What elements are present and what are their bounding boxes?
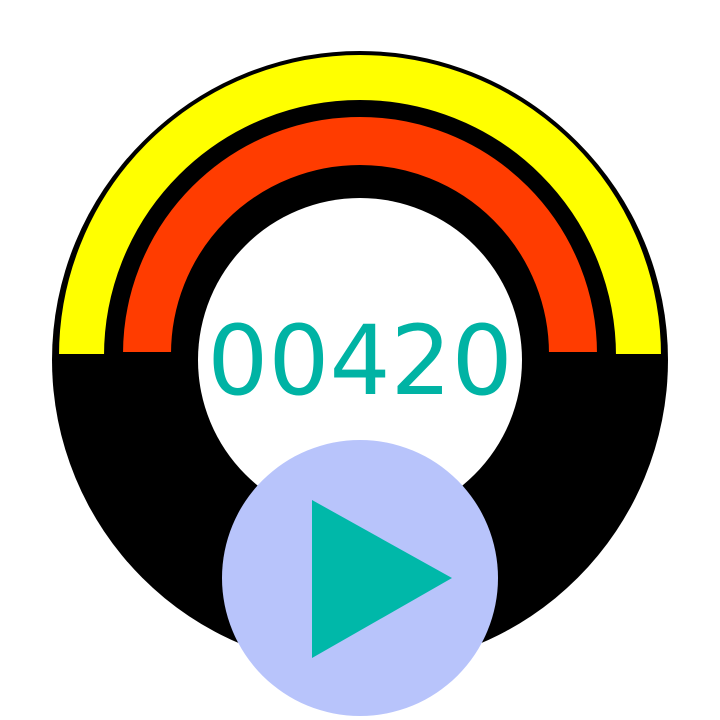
score-gauge: 00420 (52, 51, 668, 716)
game-screen: 00420 (0, 0, 720, 720)
play-button[interactable] (222, 440, 498, 716)
score-display: 00420 (207, 305, 512, 417)
